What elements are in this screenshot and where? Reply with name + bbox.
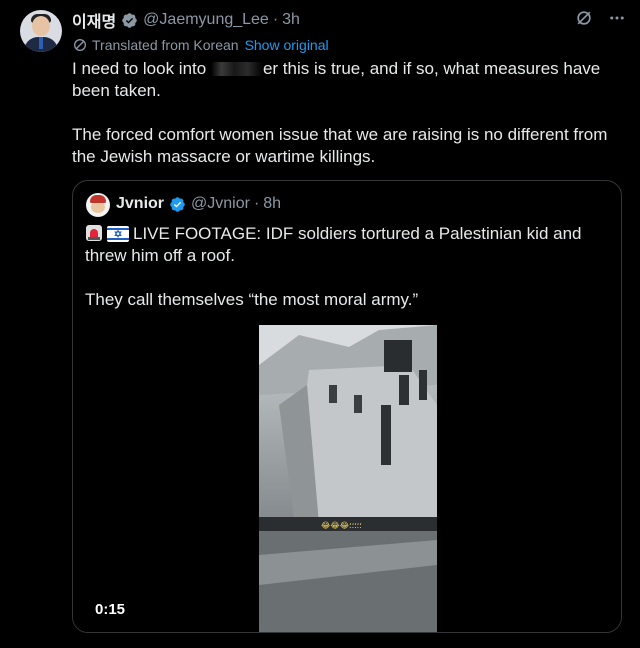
video-duration: 0:15	[95, 601, 126, 618]
quoted-author-avatar[interactable]	[86, 193, 110, 217]
translate-icon	[74, 39, 86, 51]
verified-badge-icon	[170, 196, 185, 212]
rotating-light-emoji	[86, 225, 102, 241]
tweet-actions-top	[574, 8, 626, 28]
tweet-paragraph-2: The forced comfort women issue that we a…	[72, 125, 608, 166]
translation-notice: Translated from Korean Show original	[72, 37, 329, 53]
quoted-author-name[interactable]: Jvnior	[116, 195, 164, 213]
quoted-tweet-time[interactable]: 8h	[263, 195, 281, 213]
video-thumbnail: 😂😂😂؛؛؛؛؛	[259, 325, 437, 632]
verified-badge-icon	[122, 12, 137, 28]
separator-dot: ·	[272, 11, 279, 28]
tweet-paragraph-1: I need to look into er this is true, and…	[72, 59, 601, 100]
grok-icon[interactable]	[574, 8, 594, 28]
tweet-time[interactable]: 3h	[282, 11, 300, 29]
author-avatar[interactable]	[20, 10, 62, 52]
quoted-author-handle[interactable]: @Jvnior	[191, 195, 250, 213]
quoted-tweet[interactable]: Jvnior @Jvnior · 8h LIVE FOOTAGE: IDF so…	[72, 180, 622, 633]
author-handle[interactable]: @Jaemyung_Lee	[143, 11, 269, 29]
quoted-paragraph-1: LIVE FOOTAGE: IDF soldiers tortured a Pa…	[85, 224, 582, 265]
quoted-paragraph-2: They call themselves “the most moral arm…	[85, 290, 419, 309]
redacted-word	[210, 62, 263, 76]
video-player[interactable]: 😂😂😂؛؛؛؛؛ 0:15	[73, 323, 621, 632]
video-frame[interactable]: 😂😂😂؛؛؛؛؛	[259, 325, 437, 632]
tweet-header: 이재명 @Jaemyung_Lee · 3h	[72, 8, 300, 32]
more-options-icon[interactable]	[608, 9, 626, 27]
author-name[interactable]: 이재명	[72, 8, 116, 32]
separator-dot: ·	[253, 195, 260, 212]
quoted-tweet-body: LIVE FOOTAGE: IDF soldiers tortured a Pa…	[85, 223, 611, 311]
show-original-link[interactable]: Show original	[245, 37, 329, 53]
video-caption: 😂😂😂؛؛؛؛؛	[321, 521, 362, 530]
israel-flag-emoji	[107, 226, 129, 242]
quoted-tweet-header: Jvnior @Jvnior · 8h	[116, 195, 281, 213]
tweet-body: I need to look into er this is true, and…	[72, 58, 632, 168]
translated-label: Translated from Korean	[92, 37, 239, 53]
